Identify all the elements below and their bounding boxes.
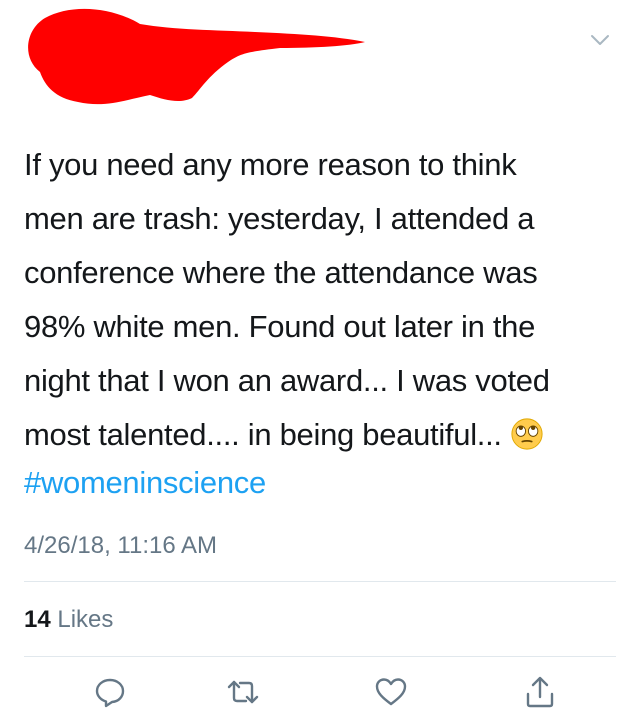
tweet-timestamp[interactable]: 4/26/18, 11:16 AM (24, 530, 217, 562)
tweet-header (0, 0, 640, 110)
like-button[interactable] (373, 674, 409, 710)
tweet-text-line: night that I won an award... I was voted (24, 363, 550, 398)
likes-count: 14 (24, 606, 51, 633)
tweet-text-line: 98% white men. Found out later in the (24, 309, 536, 344)
retweet-button[interactable] (225, 674, 261, 710)
rolling-eyes-emoji-icon (511, 418, 543, 450)
likes-label: Likes (50, 606, 114, 633)
reply-button[interactable] (92, 674, 128, 710)
tweet-text-line: most talented.... in being beautiful... (24, 417, 502, 452)
retweet-icon (227, 680, 259, 704)
likes-link[interactable]: 14 Likes (24, 604, 113, 636)
share-button[interactable] (522, 674, 558, 710)
tweet-text: If you need any more reason to think men… (24, 138, 624, 462)
tweet-text-line: If you need any more reason to think (24, 147, 517, 182)
redacted-author-block (28, 8, 366, 105)
chevron-down-icon[interactable] (588, 28, 612, 52)
hashtag-link[interactable]: #womeninscience (24, 460, 266, 506)
tweet-text-line: men are trash: yesterday, I attended a (24, 201, 535, 236)
reply-icon (95, 678, 125, 708)
heart-icon (375, 678, 407, 706)
tweet-text-line: conference where the attendance was (24, 255, 538, 290)
divider (24, 656, 616, 657)
tweet-text-last-line: most talented.... in being beautiful... (24, 408, 624, 462)
share-icon (526, 676, 554, 708)
divider (24, 581, 616, 582)
